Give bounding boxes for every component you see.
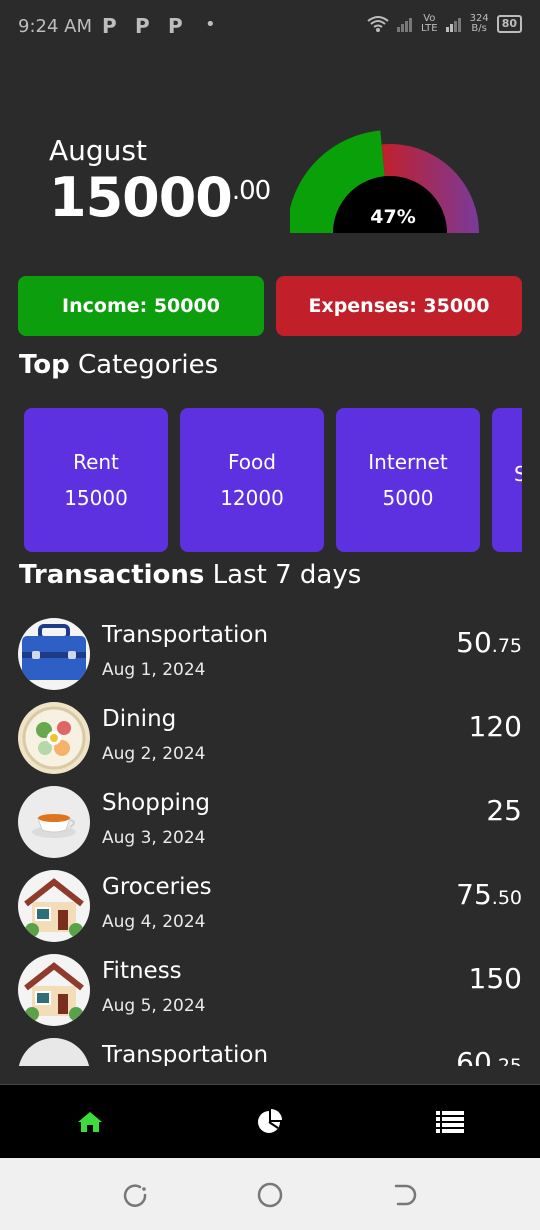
transaction-amount: 50.75 xyxy=(456,626,522,659)
category-name: S xyxy=(514,462,522,486)
transactions-title: Transactions Last 7 days xyxy=(19,560,362,590)
category-name: Food xyxy=(228,450,276,474)
transaction-title: Dining xyxy=(102,706,177,732)
transaction-title: Transportation xyxy=(102,622,269,648)
transaction-row[interactable]: Fitness Aug 5, 2024 150 xyxy=(0,948,540,1032)
network-speed: 324 B/s xyxy=(469,13,489,34)
expenses-button[interactable]: Expenses: 35000 xyxy=(276,276,522,336)
back-icon xyxy=(394,1184,417,1206)
home-icon xyxy=(78,1112,102,1132)
nav-list-button[interactable] xyxy=(430,1105,470,1139)
wifi-icon xyxy=(367,16,389,32)
more-notifications-dot: • xyxy=(205,14,216,35)
transaction-title: Shopping xyxy=(102,790,211,816)
transaction-amount: 120 xyxy=(468,710,522,743)
food-plate-icon xyxy=(18,702,90,774)
category-card[interactable]: Internet 5000 xyxy=(336,408,480,552)
home-system-button[interactable] xyxy=(255,1180,285,1210)
plate-icon xyxy=(18,1038,90,1066)
list-icon xyxy=(436,1111,464,1133)
transaction-row[interactable]: Transportation 60.25 xyxy=(0,1032,540,1066)
balance-whole: 15000 xyxy=(49,166,233,229)
house-icon xyxy=(18,870,90,942)
transaction-amount: 60.25 xyxy=(456,1046,522,1066)
transaction-title: Groceries xyxy=(102,874,212,900)
recents-button[interactable] xyxy=(120,1180,150,1210)
back-button[interactable] xyxy=(390,1180,420,1210)
category-carousel[interactable]: Rent 15000 Food 12000 Internet 5000 S xyxy=(24,408,522,552)
category-amount: 5000 xyxy=(382,486,434,510)
status-indicators: Vo LTE 324 B/s 80 xyxy=(367,14,522,34)
transaction-row[interactable]: Shopping Aug 3, 2024 25 xyxy=(0,780,540,864)
tea-cup-icon xyxy=(18,786,90,858)
briefcase-icon xyxy=(18,618,90,690)
transaction-row[interactable]: Groceries Aug 4, 2024 75.50 xyxy=(0,864,540,948)
transaction-amount: 75.50 xyxy=(456,878,522,911)
notification-icon: P xyxy=(135,14,150,38)
nav-home-button[interactable] xyxy=(70,1105,110,1139)
signal-icon xyxy=(445,18,461,32)
transactions-list[interactable]: Transportation Aug 1, 2024 50.75 Dining … xyxy=(0,612,540,1066)
transaction-date: Aug 3, 2024 xyxy=(102,828,206,848)
notification-icon: P xyxy=(102,14,117,38)
recents-icon xyxy=(123,1184,147,1207)
transaction-title: Transportation xyxy=(102,1042,269,1066)
notification-icon: P xyxy=(168,14,183,38)
house-icon xyxy=(18,954,90,1026)
transaction-date: Aug 4, 2024 xyxy=(102,912,206,932)
top-categories-title: Top Categories xyxy=(19,350,219,380)
status-time: 9:24 AM xyxy=(18,16,92,37)
category-name: Internet xyxy=(368,450,448,474)
transaction-amount: 25 xyxy=(486,794,522,827)
nav-chart-button[interactable] xyxy=(250,1105,290,1139)
income-button[interactable]: Income: 50000 xyxy=(18,276,264,336)
category-name: Rent xyxy=(73,450,119,474)
gauge-percent-label: 47% xyxy=(370,206,415,228)
battery-indicator: 80 xyxy=(496,15,522,33)
transaction-title: Fitness xyxy=(102,958,182,984)
category-card[interactable]: Rent 15000 xyxy=(24,408,168,552)
category-amount: 15000 xyxy=(64,486,128,510)
transaction-row[interactable]: Dining Aug 2, 2024 120 xyxy=(0,696,540,780)
transaction-date: Aug 1, 2024 xyxy=(102,660,206,680)
network-type: Vo LTE xyxy=(420,13,438,34)
transaction-date: Aug 2, 2024 xyxy=(102,744,206,764)
category-card[interactable]: Food 12000 xyxy=(180,408,324,552)
status-bar: 9:24 AM P P P • Vo LTE 324 B/s 80 xyxy=(0,0,540,54)
system-navigation-bar xyxy=(0,1158,540,1230)
bottom-navigation xyxy=(0,1084,540,1159)
pie-chart-icon xyxy=(258,1109,282,1133)
transaction-row[interactable]: Transportation Aug 1, 2024 50.75 xyxy=(0,612,540,696)
home-circle-icon xyxy=(257,1182,283,1208)
category-card[interactable]: S xyxy=(492,408,522,552)
budget-gauge: 47% xyxy=(290,130,479,233)
transaction-amount: 150 xyxy=(468,962,522,995)
signal-icon xyxy=(396,18,412,32)
category-amount: 12000 xyxy=(220,486,284,510)
balance-amount: 15000.00 xyxy=(49,166,271,229)
month-label: August xyxy=(49,134,147,167)
balance-decimal: .00 xyxy=(231,176,271,206)
transaction-date: Aug 5, 2024 xyxy=(102,996,206,1016)
